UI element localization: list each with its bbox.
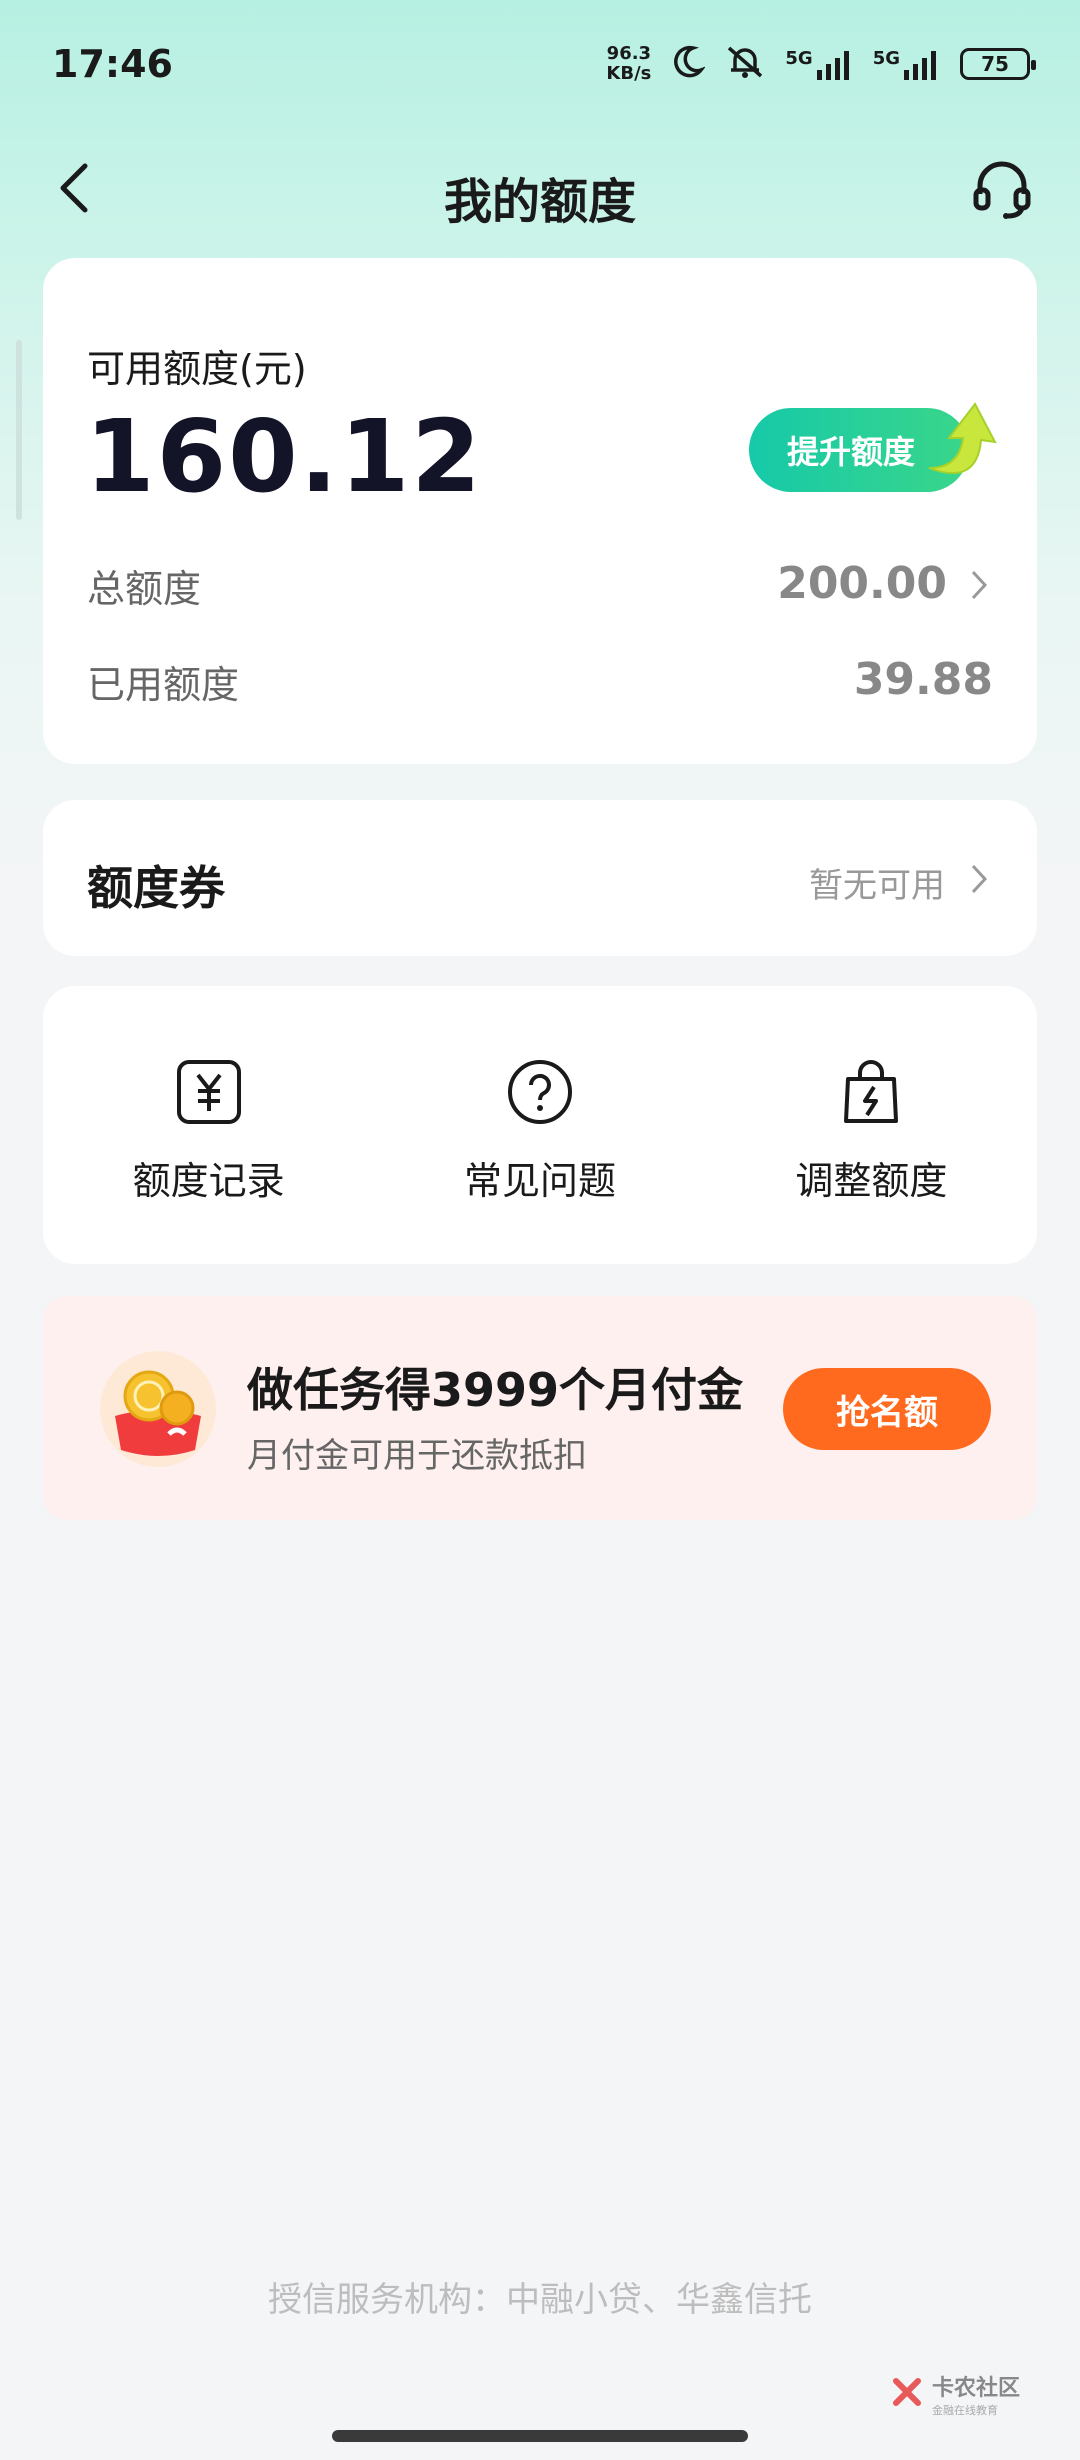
total-credit-label: 总额度 <box>87 567 202 611</box>
credit-coupon-row[interactable]: 额度券 暂无可用 <box>43 800 1037 956</box>
action-label: 调整额度 <box>795 1159 948 1203</box>
header: 我的额度 <box>0 130 1080 250</box>
grab-quota-button[interactable]: 抢名额 <box>783 1368 991 1450</box>
lightning-bag-icon <box>835 1056 907 1128</box>
question-icon <box>504 1056 576 1128</box>
status-icons: 96.3 KB/s 5G 5G 75 <box>606 43 1036 84</box>
up-arrow-icon <box>899 398 999 502</box>
net-speed: 96.3 KB/s <box>606 43 652 84</box>
headset-icon <box>970 156 1034 224</box>
coin-redpacket-icon <box>99 1350 217 1468</box>
action-adjust-credit[interactable]: 调整额度 <box>706 986 1037 1264</box>
status-time: 17:46 <box>52 42 173 86</box>
action-label: 常见问题 <box>463 1159 616 1203</box>
scroll-indicator <box>16 340 22 520</box>
coupon-title: 额度券 <box>87 861 225 915</box>
chevron-right-icon <box>969 862 989 900</box>
used-credit-label: 已用额度 <box>87 663 240 707</box>
chevron-right-icon[interactable] <box>969 568 989 606</box>
available-credit-label: 可用额度(元) <box>87 347 307 391</box>
mute-icon <box>723 44 767 84</box>
status-bar: 17:46 96.3 KB/s 5G 5G 75 <box>0 0 1080 130</box>
credit-summary-card: 可用额度(元) 160.12 提升额度 总额度 200.00 已用额度 39.8… <box>43 258 1037 764</box>
task-title: 做任务得3999个月付金 <box>247 1363 744 1417</box>
page-title: 我的额度 <box>443 174 636 230</box>
action-label: 额度记录 <box>132 1159 285 1203</box>
total-credit-value[interactable]: 200.00 <box>777 558 947 609</box>
raise-credit-button[interactable]: 提升额度 <box>749 398 999 498</box>
watermark: 卡农社区 金融在线教育 <box>890 2370 1020 2418</box>
yuan-record-icon <box>173 1056 245 1128</box>
coupon-status: 暂无可用 <box>809 866 945 906</box>
home-indicator[interactable] <box>332 2430 748 2442</box>
watermark-subtitle: 金融在线教育 <box>931 2404 998 2417</box>
signal-icon-2: 5G <box>873 48 942 80</box>
task-subtitle: 月付金可用于还款抵扣 <box>247 1436 587 1476</box>
signal-icon-1: 5G <box>785 48 854 80</box>
watermark-title: 卡农社区 <box>931 2376 1020 2401</box>
watermark-logo-icon <box>890 2375 924 2413</box>
customer-service-button[interactable] <box>964 152 1040 228</box>
battery-icon: 75 <box>960 48 1036 80</box>
available-credit-amount: 160.12 <box>85 398 483 515</box>
moon-icon <box>669 44 707 84</box>
task-promo-banner[interactable]: 做任务得3999个月付金 月付金可用于还款抵扣 抢名额 <box>43 1296 1037 1520</box>
quick-actions-card: 额度记录 常见问题 调整额度 <box>43 986 1037 1264</box>
used-credit-value: 39.88 <box>853 654 993 705</box>
action-credit-record[interactable]: 额度记录 <box>43 986 374 1264</box>
action-faq[interactable]: 常见问题 <box>374 986 705 1264</box>
credit-institutions: 授信服务机构：中融小贷、华鑫信托 <box>268 2280 812 2320</box>
